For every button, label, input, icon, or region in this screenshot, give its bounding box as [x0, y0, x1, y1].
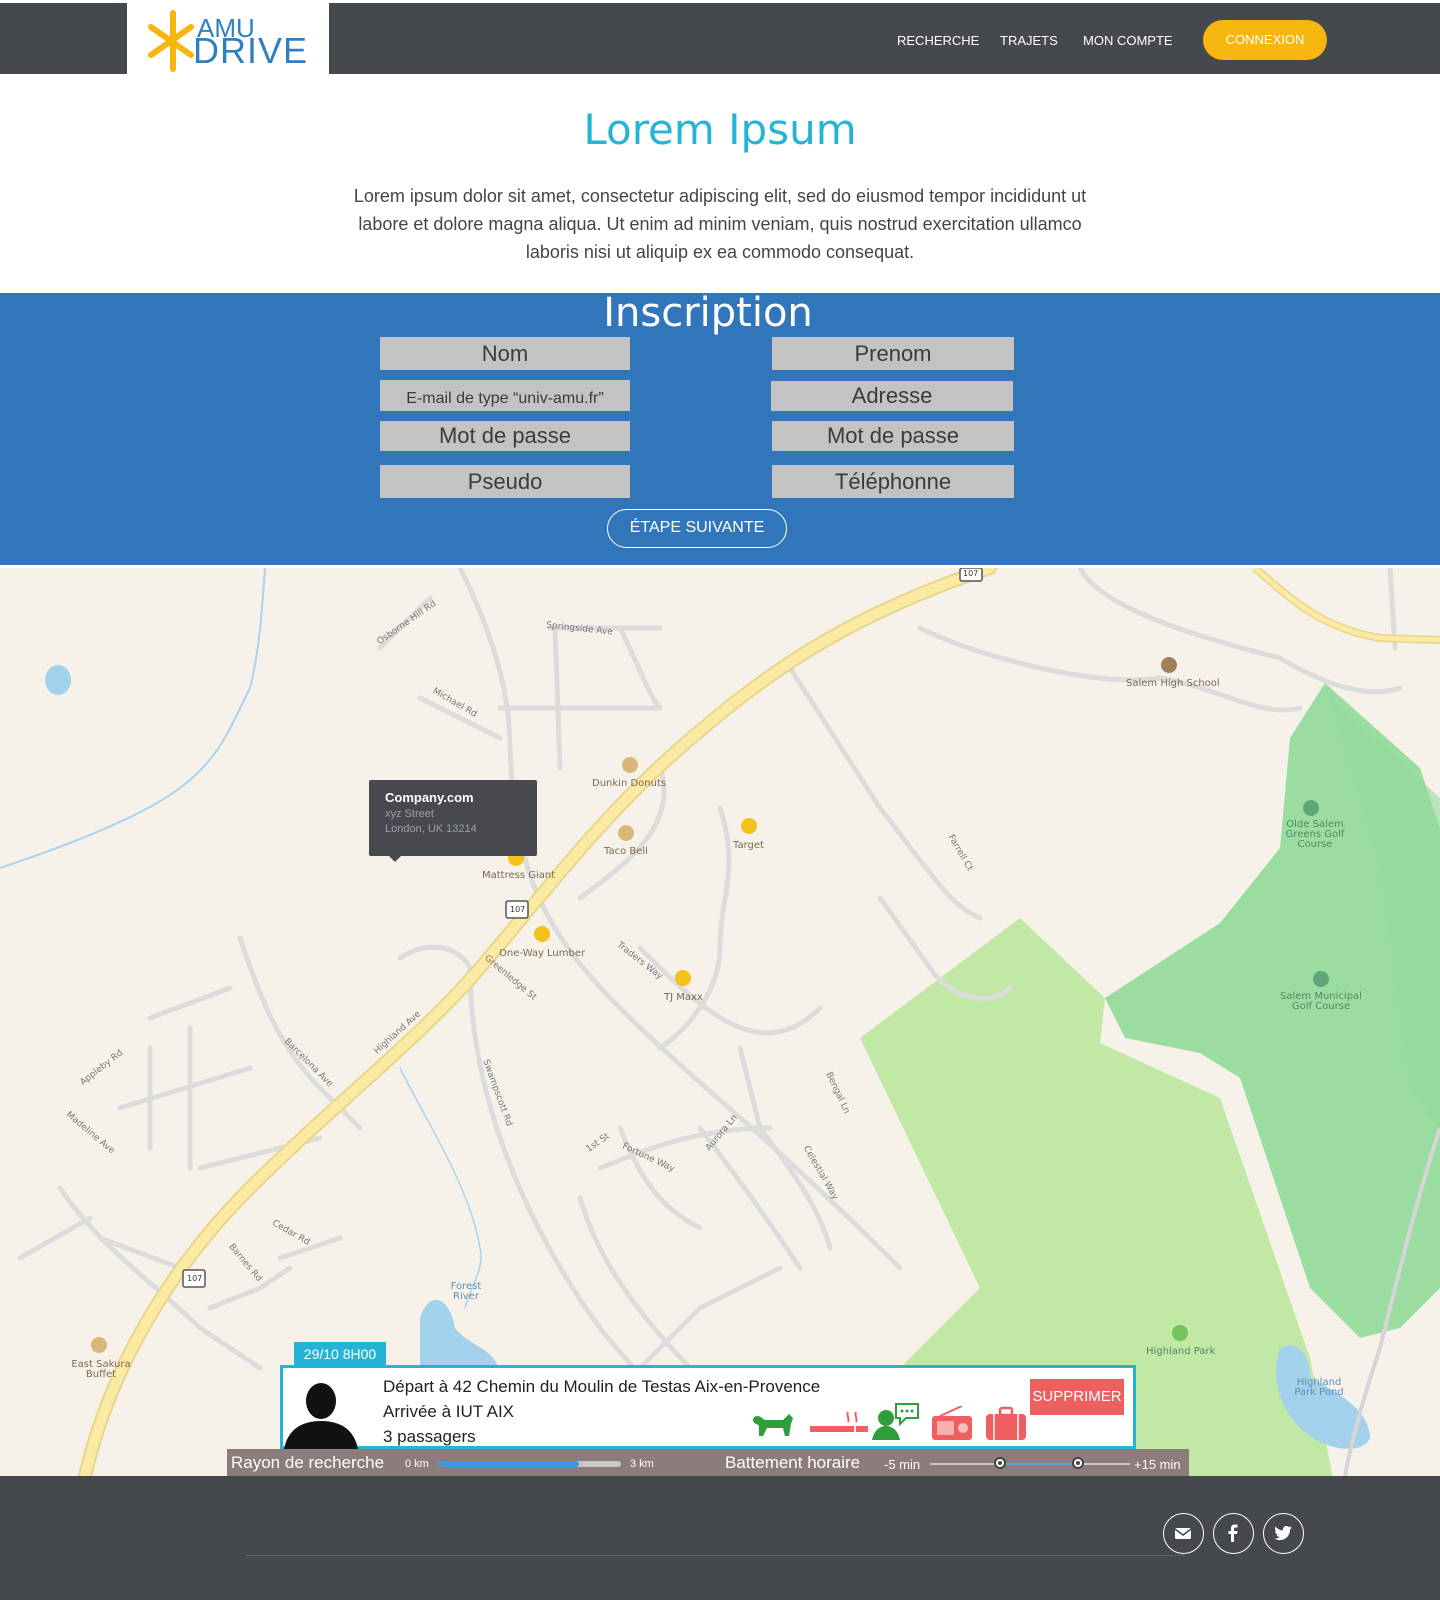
delete-trip-button[interactable]: SUPPRIMER [1030, 1379, 1124, 1415]
search-filter-bar: Rayon de recherche 0 km 3 km Battement h… [227, 1449, 1189, 1477]
time-range-fill [1000, 1463, 1078, 1465]
time-low-handle[interactable] [994, 1457, 1006, 1469]
radius-max-label: 3 km [630, 1458, 654, 1470]
popup-street: xyz Street [385, 808, 434, 820]
poi-mattress[interactable]: Mattress Giant [482, 870, 555, 881]
poi-school[interactable]: Salem High School [1126, 678, 1220, 689]
email-field[interactable] [380, 380, 630, 411]
trip-departure: Départ à 42 Chemin du Moulin de Testas A… [383, 1377, 821, 1396]
radius-min-label: 0 km [405, 1458, 429, 1470]
mail-icon [1174, 1528, 1192, 1539]
login-button[interactable]: CONNEXION [1203, 20, 1327, 60]
phone-field[interactable] [772, 465, 1014, 498]
address-field[interactable] [771, 381, 1013, 411]
chat-icon [872, 1403, 919, 1440]
password-field[interactable] [380, 421, 630, 451]
pets-icon [753, 1414, 793, 1436]
radius-label: Rayon de recherche [231, 1453, 385, 1472]
popup-title: Company.com [385, 790, 474, 805]
registration-section: Inscription ÉTAPE SUIVANTE [0, 293, 1440, 565]
avatar [284, 1383, 358, 1449]
trip-card[interactable]: Départ à 42 Chemin du Moulin de Testas A… [280, 1365, 1136, 1449]
page-title: Lorem Ipsum [583, 105, 857, 154]
facebook-button[interactable] [1213, 1513, 1254, 1554]
time-max-label: +15 min [1134, 1457, 1181, 1472]
route-shield [182, 568, 983, 1288]
radius-slider[interactable] [439, 1461, 621, 1467]
footer-divider [245, 1555, 1185, 1556]
star-logo-icon [148, 10, 194, 72]
map-info-popup[interactable]: Company.com xyz Street London, UK 13214 [369, 780, 537, 862]
username-field[interactable] [380, 465, 630, 498]
twitter-icon [1274, 1526, 1292, 1541]
trip-passengers: 3 passagers [383, 1427, 476, 1446]
logo-drive-text: DRIVE [193, 30, 309, 71]
time-min-label: -5 min [884, 1457, 921, 1472]
route-label: 107 [510, 905, 526, 914]
nav-search[interactable]: RECHERCHE [897, 33, 979, 48]
poi-golf-2[interactable]: Salem Municipal Golf Course [1280, 992, 1362, 1012]
intro-text: Lorem ipsum dolor sit amet, consectetur … [353, 186, 1087, 262]
registration-title: Inscription [603, 290, 813, 336]
smoking-icon [810, 1411, 868, 1432]
map-view[interactable]: Dunkin Donuts Taco Bell Target Mattress … [0, 568, 1440, 1476]
poi-lumber[interactable]: One-Way Lumber [499, 948, 585, 959]
poi-tjmaxx[interactable]: TJ Maxx [664, 992, 703, 1003]
facebook-icon [1228, 1524, 1238, 1542]
mail-button[interactable] [1163, 1513, 1204, 1554]
footer [0, 1476, 1440, 1600]
radius-slider-fill [439, 1461, 580, 1467]
twitter-button[interactable] [1263, 1513, 1304, 1554]
poi-dunkin[interactable]: Dunkin Donuts [592, 778, 666, 789]
nav-account[interactable]: MON COMPTE [1083, 33, 1173, 48]
poi-golf-1[interactable]: Olde Salem Greens Golf Course [1280, 820, 1350, 850]
trip-arrival: Arrivée à IUT AIX [383, 1402, 515, 1421]
poi-target[interactable]: Target [733, 840, 764, 851]
route-label: 107 [963, 569, 979, 578]
popup-city: London, UK 13214 [385, 823, 477, 835]
map-canvas [0, 568, 1440, 1476]
time-margin-label: Battement horaire [725, 1453, 861, 1472]
time-high-handle[interactable] [1072, 1457, 1084, 1469]
logo[interactable]: AMU DRIVE [127, 3, 329, 74]
poi-river: Forest River [450, 1281, 482, 1302]
password-confirm-field[interactable] [772, 421, 1014, 451]
poi-buffet[interactable]: East Sakura Buffet [66, 1360, 136, 1380]
route-label: 107 [187, 1274, 203, 1283]
poi-park[interactable]: Highland Park [1146, 1346, 1215, 1357]
poi-taco[interactable]: Taco Bell [604, 846, 648, 857]
radio-icon [932, 1406, 972, 1440]
nav-trips[interactable]: TRAJETS [1000, 33, 1058, 48]
time-range-slider[interactable] [930, 1457, 1130, 1469]
last-name-field[interactable] [380, 337, 630, 370]
luggage-icon [986, 1406, 1026, 1440]
first-name-field[interactable] [772, 337, 1014, 370]
trip-date-badge: 29/10 8H00 [294, 1342, 386, 1367]
next-step-button[interactable]: ÉTAPE SUIVANTE [607, 509, 787, 548]
poi-pond: Highland Park Pond [1294, 1377, 1344, 1398]
